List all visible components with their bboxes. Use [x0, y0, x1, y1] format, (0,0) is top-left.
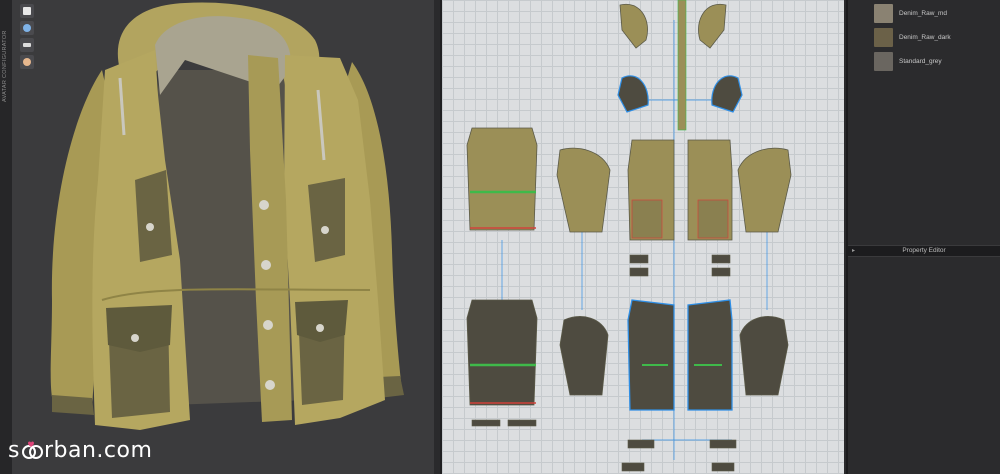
3d-viewport[interactable]: AVATAR CONFIGURATOR	[0, 0, 434, 474]
viewport-side-strip: AVATAR CONFIGURATOR	[0, 0, 12, 474]
fabric-swatch	[874, 27, 893, 47]
watermark-suffix: rban.com	[43, 437, 153, 463]
property-editor-header[interactable]: ▸ Property Editor	[848, 245, 1000, 257]
avatar-configurator-label: AVATAR CONFIGURATOR	[2, 30, 8, 102]
brush-icon	[23, 24, 31, 32]
hanger-icon	[23, 43, 31, 47]
pattern-canvas[interactable]	[442, 0, 844, 474]
pattern-pocket-right	[697, 199, 729, 239]
viewport-toolbar	[20, 4, 36, 69]
pattern-pocket-left	[631, 199, 663, 239]
hanger-tool-button[interactable]	[20, 38, 34, 52]
fabric-name: Denim_Raw_md	[899, 9, 948, 17]
object-browser-panel: Denim_Raw_md Denim_Raw_dark Standard_gre…	[846, 0, 1000, 474]
avatar-icon	[23, 58, 31, 66]
pattern-sleeve-lining-left	[559, 316, 609, 396]
pattern-sleeve-lining-right	[739, 316, 789, 396]
jacket-3d-render[interactable]	[40, 0, 430, 474]
property-editor-title: Property Editor	[902, 247, 946, 254]
right-pocket-flap	[295, 300, 348, 342]
fabric-item-denim-raw-dark[interactable]: Denim_Raw_dark	[874, 26, 1000, 48]
fabric-name: Standard_grey	[899, 57, 942, 65]
fabric-item-denim-raw-md[interactable]: Denim_Raw_md	[874, 2, 1000, 24]
brush-tool-button[interactable]	[20, 21, 34, 35]
pattern-hood-right	[698, 3, 727, 49]
pattern-sleeve-right	[737, 147, 792, 233]
pattern-front-lining-right	[687, 299, 733, 411]
pattern-front-lining-left	[627, 299, 675, 411]
fabric-swatch	[874, 51, 893, 71]
pattern-hood-lining-right	[711, 75, 743, 113]
pattern-back-top	[466, 127, 538, 231]
fabric-item-standard-grey[interactable]: Standard_grey	[874, 50, 1000, 72]
fabric-swatch	[874, 3, 893, 23]
watermark-prefix: s	[8, 437, 20, 463]
sorban-watermark-logo: s rban.com	[8, 432, 152, 468]
pattern-back-lining	[466, 299, 538, 406]
left-pocket-flap	[106, 305, 172, 352]
left-chest-pocket	[135, 170, 172, 262]
left-cuff	[52, 395, 94, 415]
fabric-name: Denim_Raw_dark	[899, 33, 951, 41]
pattern-hood-left	[619, 3, 648, 49]
pattern-sleeve-left	[556, 147, 611, 233]
pattern-center-strip	[677, 0, 687, 131]
double-heart-icon	[21, 439, 43, 461]
garment-tool-button[interactable]	[20, 4, 34, 18]
pattern-hood-lining-left	[617, 75, 649, 113]
garment-icon	[23, 7, 31, 15]
2d-pattern-window[interactable]	[440, 0, 844, 474]
avatar-tool-button[interactable]	[20, 55, 34, 69]
